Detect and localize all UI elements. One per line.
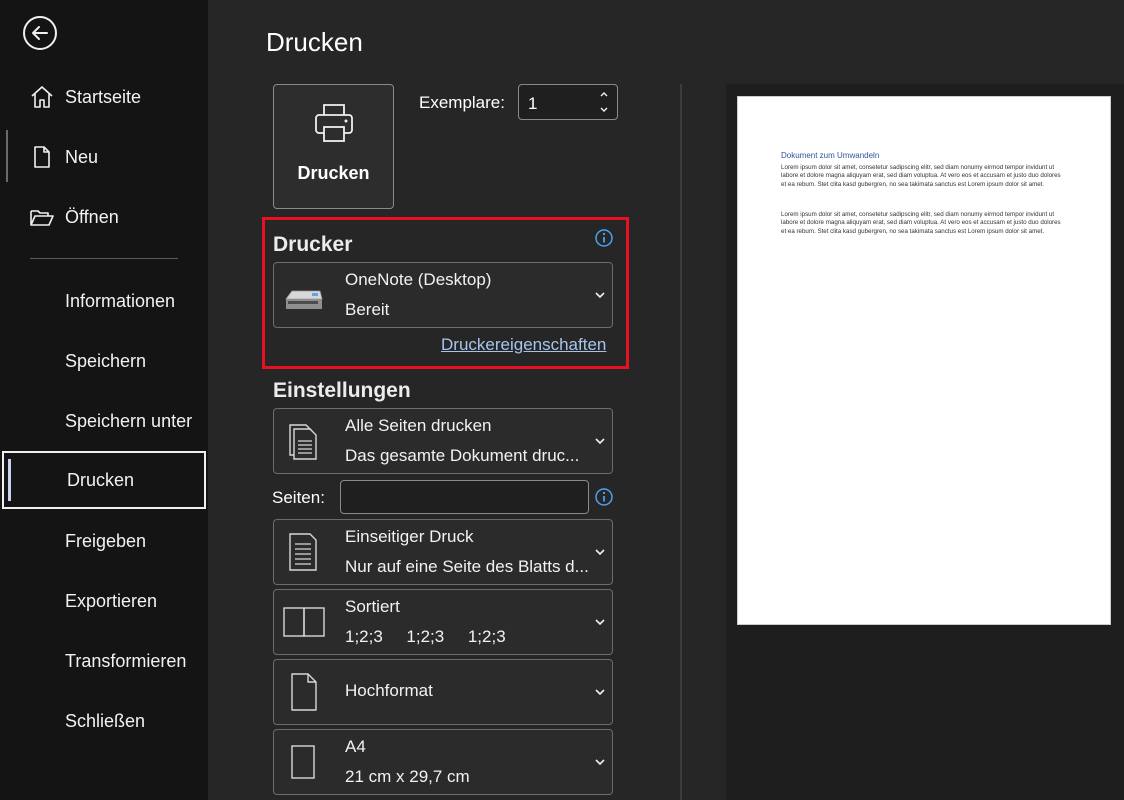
preview-doc-title: Dokument zum Umwandeln bbox=[781, 151, 880, 160]
collated-icon bbox=[283, 607, 325, 637]
nav-item-export[interactable]: Exportieren bbox=[0, 573, 208, 629]
nav-item-new[interactable]: Neu bbox=[0, 129, 208, 185]
nav-separator bbox=[30, 258, 178, 259]
one-sided-icon bbox=[289, 533, 317, 571]
sides-title: Einseitiger Druck bbox=[345, 527, 474, 546]
nav-label: Neu bbox=[65, 146, 99, 167]
all-pages-icon bbox=[289, 424, 317, 460]
nav-label: Speichern unter bbox=[65, 410, 193, 431]
sides-dropdown[interactable]: Einseitiger Druck Nur auf eine Seite des… bbox=[273, 519, 613, 585]
print-range-desc: Das gesamte Dokument druc... bbox=[345, 446, 580, 465]
collate-title: Sortiert bbox=[345, 597, 400, 616]
nav-label: Drucken bbox=[67, 469, 135, 490]
paper-size-dropdown[interactable]: A4 21 cm x 29,7 cm bbox=[273, 729, 613, 795]
print-range-dropdown[interactable]: Alle Seiten drucken Das gesamte Dokument… bbox=[273, 408, 613, 474]
pages-info-icon[interactable] bbox=[595, 488, 613, 506]
back-button[interactable] bbox=[23, 16, 57, 50]
chevron-down-icon bbox=[595, 292, 605, 299]
nav-label: Transformieren bbox=[65, 650, 187, 671]
printer-name: OneNote (Desktop) bbox=[345, 270, 492, 289]
print-button[interactable]: Drucken bbox=[273, 84, 394, 209]
copies-label: Exemplare: bbox=[419, 93, 505, 112]
chevron-down-icon bbox=[595, 549, 605, 556]
spin-up-icon[interactable] bbox=[599, 89, 609, 99]
backstage-sidebar: Startseite Neu Öffnen Informationen Spei… bbox=[0, 0, 208, 800]
nav-label: Speichern bbox=[65, 350, 147, 371]
preview-paragraph: Lorem ipsum dolor sit amet, consetetur s… bbox=[781, 164, 1061, 188]
nav-label: Startseite bbox=[65, 86, 142, 107]
nav-label: Informationen bbox=[65, 290, 176, 311]
nav-item-print[interactable]: Drucken bbox=[2, 451, 206, 509]
portrait-icon bbox=[291, 673, 317, 711]
sides-desc: Nur auf eine Seite des Blatts d... bbox=[345, 557, 589, 576]
printer-properties-link[interactable]: Druckereigenschaften bbox=[441, 335, 606, 355]
orientation-title: Hochformat bbox=[345, 681, 433, 700]
copies-value: 1 bbox=[528, 94, 538, 113]
selection-indicator bbox=[8, 459, 11, 501]
spin-down-icon[interactable] bbox=[599, 105, 609, 115]
open-folder-icon bbox=[30, 210, 54, 226]
collate-dropdown[interactable]: Sortiert 1;2;3 1;2;3 1;2;3 bbox=[273, 589, 613, 655]
printer-device-icon bbox=[285, 290, 323, 309]
nav-item-close[interactable]: Schließen bbox=[0, 693, 208, 749]
printer-heading: Drucker bbox=[273, 233, 353, 256]
paper-size-icon bbox=[291, 745, 315, 779]
nav-label: Öffnen bbox=[65, 206, 119, 227]
nav-item-save-as[interactable]: Speichern unter bbox=[0, 393, 208, 449]
nav-label: Exportieren bbox=[65, 590, 158, 611]
home-icon bbox=[31, 86, 53, 108]
settings-heading: Einstellungen bbox=[273, 379, 411, 402]
nav-label: Schließen bbox=[65, 710, 146, 731]
panel-divider bbox=[680, 84, 682, 800]
nav-item-save[interactable]: Speichern bbox=[0, 333, 208, 389]
nav-item-transform[interactable]: Transformieren bbox=[0, 633, 208, 689]
page-title: Drucken bbox=[266, 27, 363, 57]
preview-page: Dokument zum Umwandeln Lorem ipsum dolor… bbox=[737, 96, 1111, 625]
preview-paragraph: Lorem ipsum dolor sit amet, consetetur s… bbox=[781, 211, 1061, 235]
pages-label: Seiten: bbox=[272, 488, 325, 507]
chevron-down-icon bbox=[595, 759, 605, 766]
pages-input[interactable] bbox=[340, 480, 589, 514]
nav-item-home[interactable]: Startseite bbox=[0, 69, 208, 125]
back-arrow-icon bbox=[32, 26, 48, 40]
print-range-title: Alle Seiten drucken bbox=[345, 416, 492, 435]
paper-size-title: A4 bbox=[345, 737, 366, 756]
collate-desc: 1;2;3 1;2;3 1;2;3 bbox=[345, 627, 506, 646]
chevron-down-icon bbox=[595, 619, 605, 626]
orientation-dropdown[interactable]: Hochformat bbox=[273, 659, 613, 725]
nav-item-info[interactable]: Informationen bbox=[0, 273, 208, 329]
printer-status: Bereit bbox=[345, 300, 390, 319]
print-button-label: Drucken bbox=[297, 163, 370, 183]
nav-item-share[interactable]: Freigeben bbox=[0, 513, 208, 569]
nav-item-open[interactable]: Öffnen bbox=[0, 189, 208, 245]
printer-icon bbox=[315, 104, 353, 142]
printer-dropdown[interactable]: OneNote (Desktop) Bereit bbox=[273, 262, 613, 328]
copies-spinner[interactable]: 1 bbox=[518, 84, 618, 120]
paper-size-desc: 21 cm x 29,7 cm bbox=[345, 767, 470, 786]
chevron-down-icon bbox=[595, 438, 605, 445]
printer-info-icon[interactable] bbox=[595, 229, 613, 247]
chevron-down-icon bbox=[595, 689, 605, 696]
new-document-icon bbox=[34, 146, 50, 168]
nav-label: Freigeben bbox=[65, 530, 147, 551]
